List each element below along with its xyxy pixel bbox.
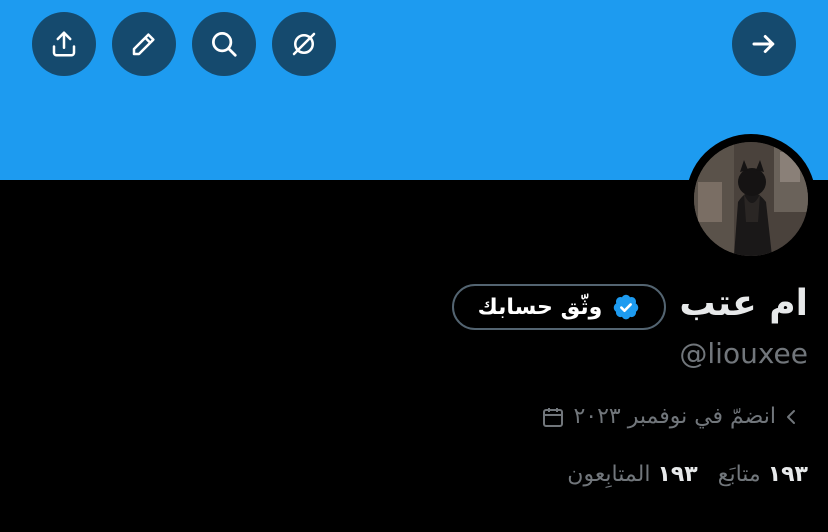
verified-badge-icon (614, 294, 639, 320)
joined-date-row[interactable]: انضمّ في نوفمبر ٢٠٢٣ (541, 404, 798, 429)
verify-account-label: وثّق حسابك (477, 294, 603, 320)
following-label: متابَع (717, 462, 761, 487)
followers-count: ١٩٣ (657, 462, 698, 487)
search-icon (212, 32, 237, 57)
edit-button[interactable] (112, 12, 176, 76)
followers-stat[interactable]: ١٩٣ المتابِعون (567, 462, 697, 487)
joined-date-text: انضمّ في نوفمبر ٢٠٢٣ (573, 404, 776, 429)
calendar-icon (543, 407, 564, 427)
forward-button[interactable] (732, 12, 796, 76)
forward-arrow-icon (752, 35, 775, 53)
search-button[interactable] (192, 12, 256, 76)
profile-name: ام عتب (679, 283, 808, 324)
avatar[interactable] (686, 134, 816, 264)
chevron-left-icon (787, 409, 795, 424)
verify-account-button[interactable]: وثّق حسابك (452, 284, 666, 330)
hide-icon (292, 32, 316, 56)
share-icon (52, 31, 76, 57)
share-button[interactable] (32, 12, 96, 76)
profile-handle: @liouxee (679, 337, 808, 370)
follow-stats: ١٩٣ متابَع ١٩٣ المتابِعون (567, 462, 808, 487)
following-count: ١٩٣ (767, 462, 808, 487)
following-stat[interactable]: ١٩٣ متابَع (718, 462, 808, 487)
hide-button[interactable] (272, 12, 336, 76)
avatar-image (694, 142, 808, 256)
followers-label: المتابِعون (567, 462, 651, 487)
edit-icon (132, 33, 155, 56)
